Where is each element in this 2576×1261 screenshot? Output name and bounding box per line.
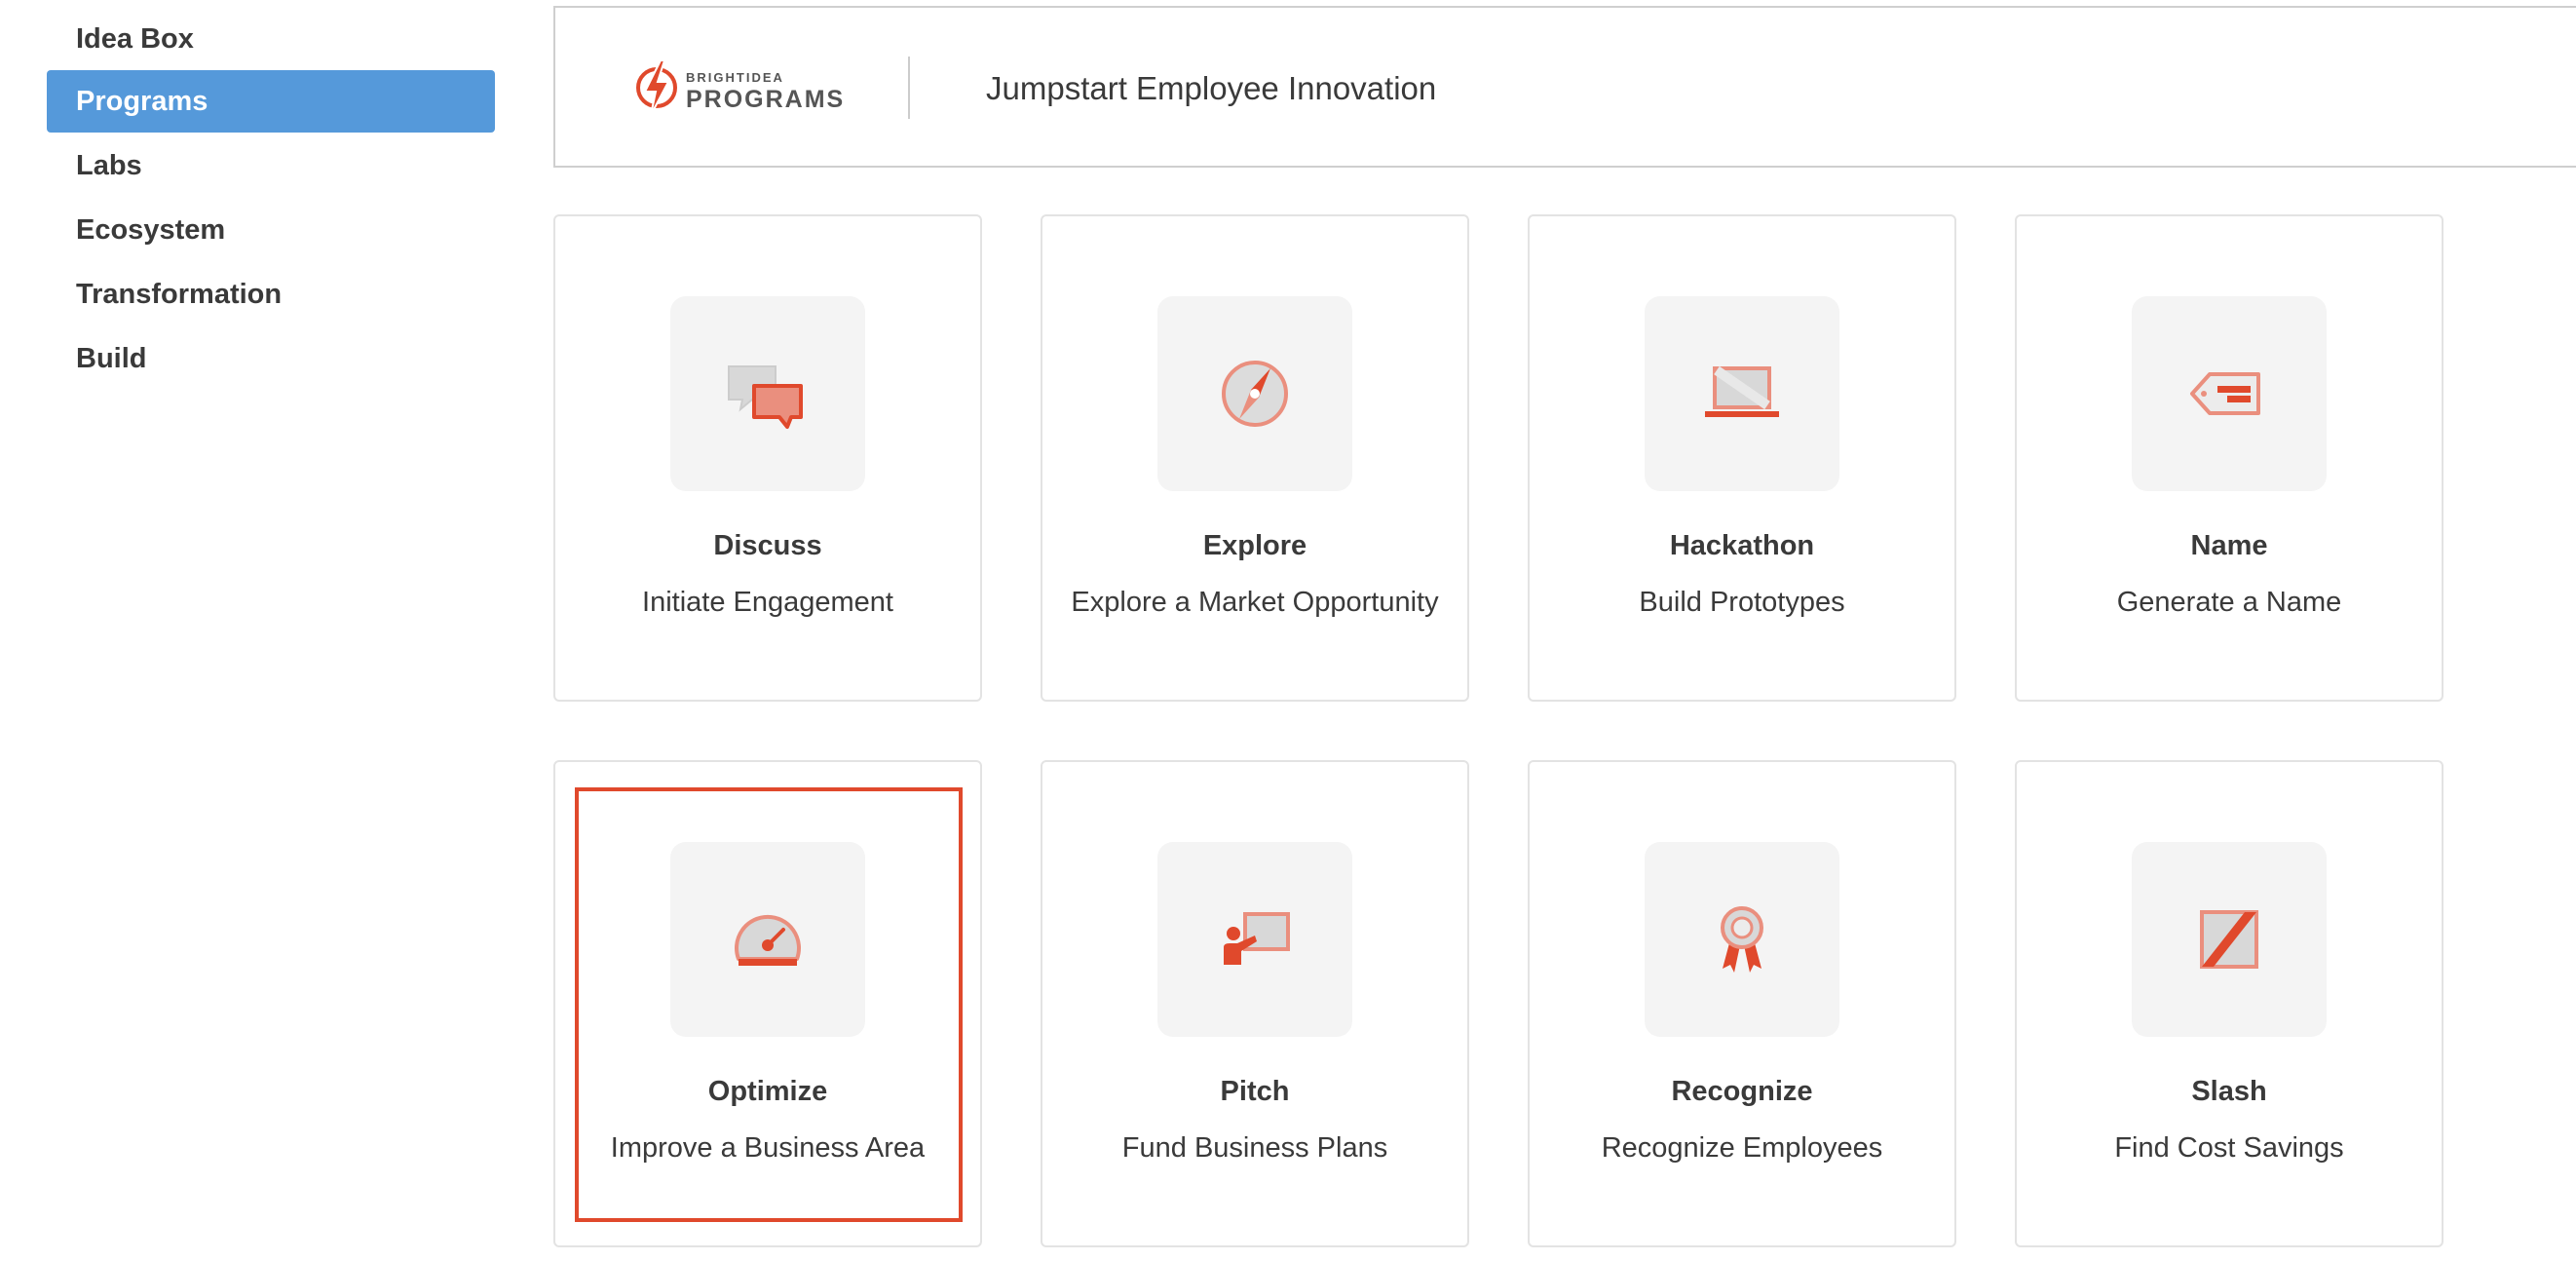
card-title: Optimize (707, 1076, 828, 1107)
card-icon-container (1157, 842, 1352, 1037)
sidebar-item-idea-box[interactable]: Idea Box (47, 8, 495, 70)
gauge-icon (735, 914, 801, 966)
program-card-recognize[interactable]: Recognize Recognize Employees (1528, 760, 1956, 1247)
program-header: BRIGHTIDEA PROGRAMS Jumpstart Employee I… (553, 6, 2576, 168)
card-subtitle: Initiate Engagement (642, 587, 893, 618)
slash-icon (2200, 910, 2258, 969)
program-card-explore[interactable]: Explore Explore a Market Opportunity (1041, 214, 1469, 702)
card-icon-container (670, 842, 865, 1037)
card-title: Pitch (1220, 1076, 1290, 1107)
card-icon-container (670, 296, 865, 491)
card-title: Name (2190, 530, 2268, 561)
card-subtitle: Explore a Market Opportunity (1071, 587, 1439, 618)
program-card-hackathon[interactable]: Hackathon Build Prototypes (1528, 214, 1956, 702)
card-subtitle: Fund Business Plans (1121, 1132, 1388, 1164)
card-subtitle: Recognize Employees (1601, 1132, 1883, 1164)
lightning-bolt-icon (636, 59, 677, 116)
card-subtitle: Find Cost Savings (2114, 1132, 2344, 1164)
logo-product-text: PROGRAMS (686, 86, 846, 113)
program-card-optimize[interactable]: Optimize Improve a Business Area (553, 760, 982, 1247)
card-title: Slash (2191, 1076, 2267, 1107)
speech-bubbles-icon (728, 365, 803, 429)
ribbon-award-icon (1721, 906, 1763, 973)
presenter-icon (1224, 912, 1290, 965)
program-card-slash[interactable]: Slash Find Cost Savings (2015, 760, 2443, 1247)
brightidea-programs-logo: BRIGHTIDEA PROGRAMS (633, 57, 848, 119)
card-icon-container (2132, 296, 2327, 491)
card-subtitle: Generate a Name (2116, 587, 2342, 618)
sidebar-item-programs[interactable]: Programs (47, 70, 495, 133)
sidebar-item-ecosystem[interactable]: Ecosystem (47, 199, 495, 261)
card-title: Recognize (1671, 1076, 1813, 1107)
logo-brand-text: BRIGHTIDEA (686, 70, 784, 85)
tag-icon (2190, 372, 2260, 415)
card-icon-container (2132, 842, 2327, 1037)
card-title: Hackathon (1669, 530, 1815, 561)
header-divider (908, 57, 910, 119)
card-title: Explore (1202, 530, 1307, 561)
sidebar-item-build[interactable]: Build (47, 327, 495, 390)
page-title: Jumpstart Employee Innovation (986, 70, 1437, 106)
sidebar-item-transformation[interactable]: Transformation (47, 263, 495, 325)
card-subtitle: Improve a Business Area (610, 1132, 926, 1164)
program-card-name[interactable]: Name Generate a Name (2015, 214, 2443, 702)
compass-icon (1222, 361, 1288, 427)
card-icon-container (1157, 296, 1352, 491)
card-icon-container (1645, 296, 1839, 491)
sidebar-item-labs[interactable]: Labs (47, 134, 495, 197)
program-card-discuss[interactable]: Discuss Initiate Engagement (553, 214, 982, 702)
program-card-pitch[interactable]: Pitch Fund Business Plans (1041, 760, 1469, 1247)
laptop-icon (1705, 365, 1779, 417)
card-title: Discuss (713, 530, 822, 561)
card-subtitle: Build Prototypes (1639, 587, 1845, 618)
sidebar: Idea Box Programs Labs Ecosystem Transfo… (0, 0, 507, 1261)
card-icon-container (1645, 842, 1839, 1037)
